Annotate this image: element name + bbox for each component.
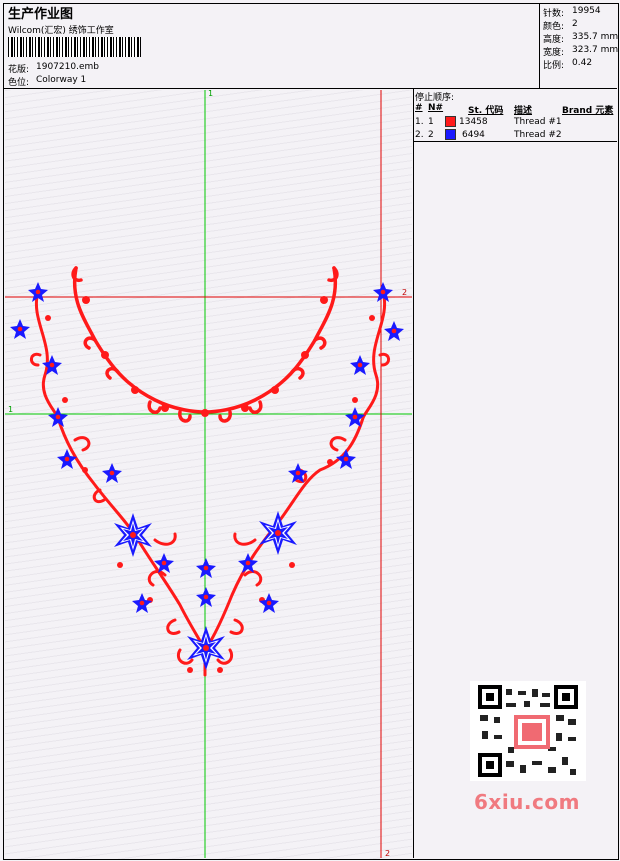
blue-flower xyxy=(102,463,122,483)
blue-flower xyxy=(350,355,370,375)
guide-label-top: 1 xyxy=(208,89,213,98)
watermark-logo: 6xiu.com xyxy=(474,790,580,814)
blue-flower xyxy=(48,407,68,427)
lower-vine xyxy=(30,290,390,677)
blue-flower xyxy=(336,449,356,469)
guide-label-bottom: 2 xyxy=(385,849,390,858)
blue-flower-large xyxy=(187,626,225,670)
blue-flower xyxy=(196,558,216,578)
guide-label-left: 1 xyxy=(8,405,13,414)
blue-flower-large xyxy=(259,511,297,555)
qr-code xyxy=(470,681,586,781)
blue-flower xyxy=(259,593,279,613)
blue-flower xyxy=(384,321,404,341)
blue-flower xyxy=(196,587,216,607)
blue-flower xyxy=(238,553,258,573)
blue-flower xyxy=(132,593,152,613)
guide-label-right: 2 xyxy=(402,288,407,297)
blue-flower xyxy=(10,319,30,339)
